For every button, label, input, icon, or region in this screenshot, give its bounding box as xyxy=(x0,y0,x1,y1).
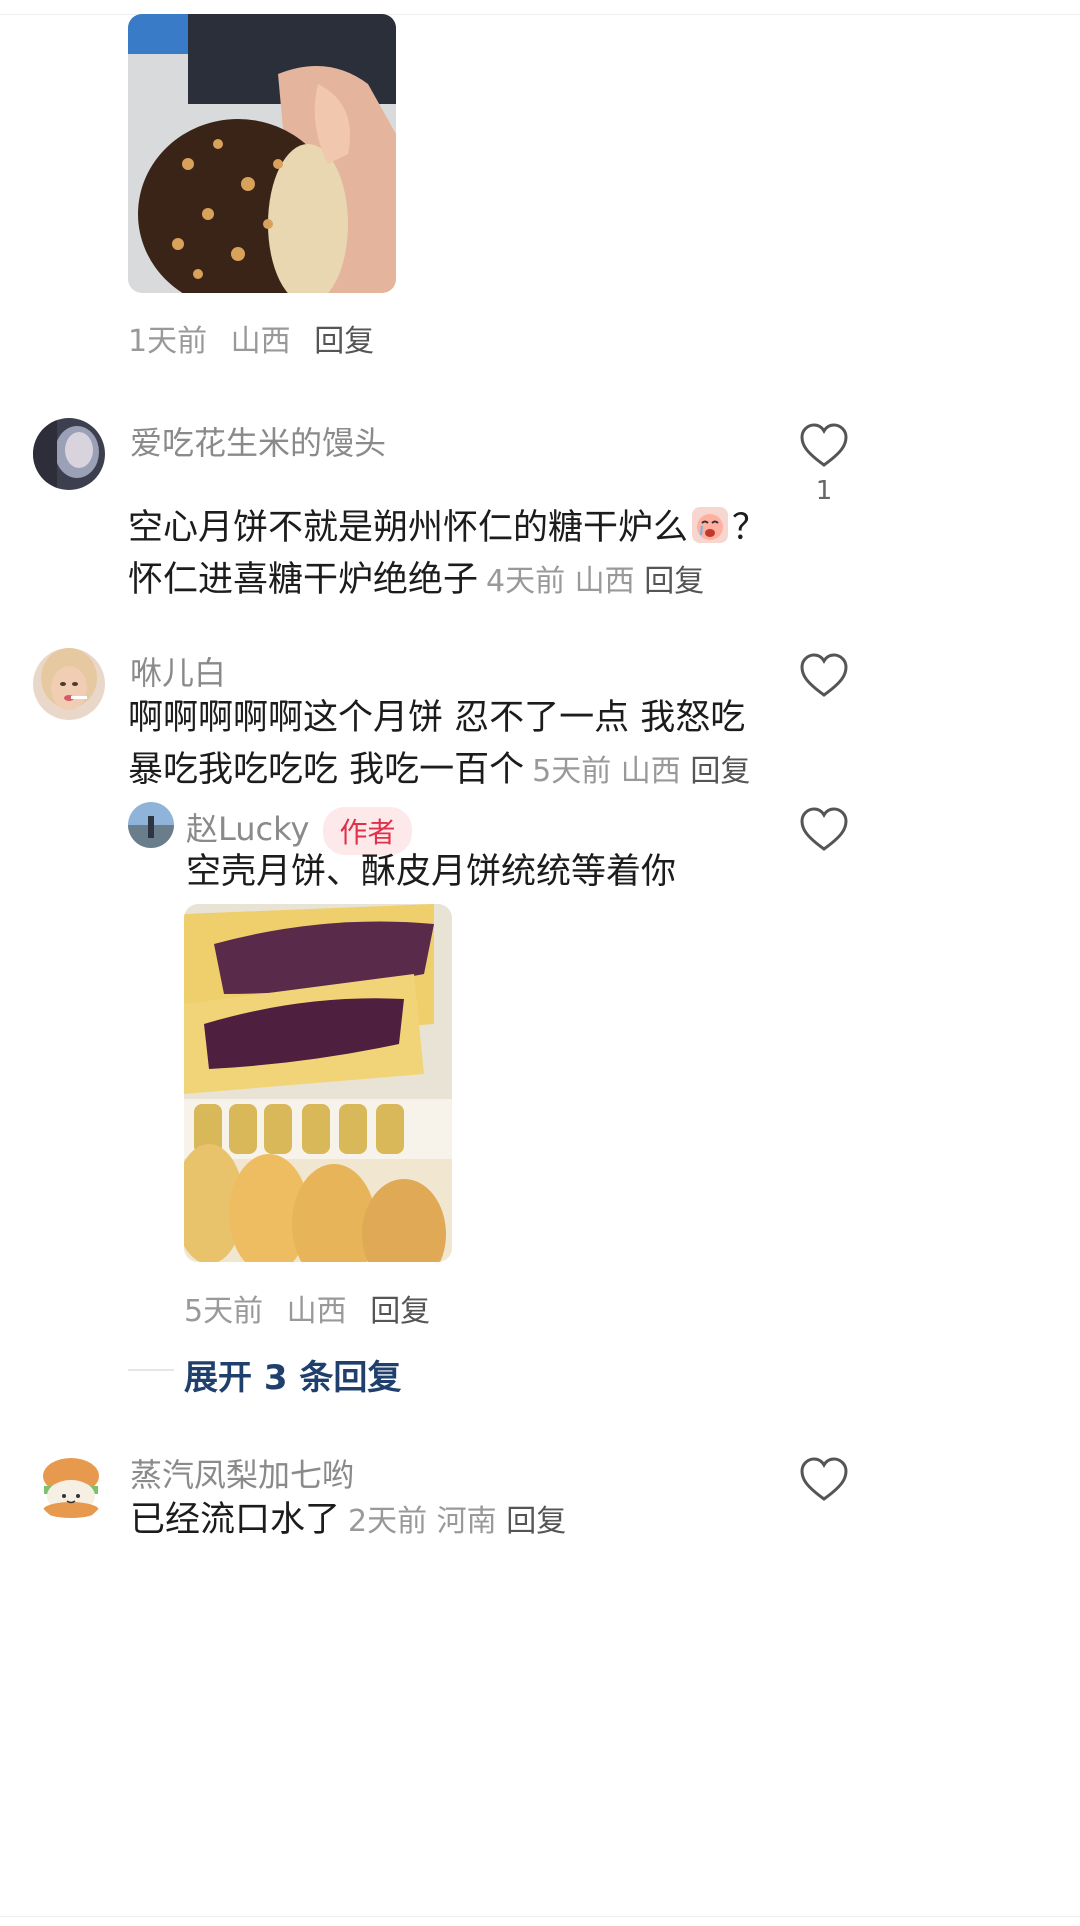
comment-text: 啊啊啊啊啊这个月饼 忍不了一点 我怒吃暴吃我吃吃吃 我吃一百个 5天前 山西 回复 xyxy=(128,692,768,798)
comment-location: 山西 xyxy=(620,754,681,789)
comment-time: 5天前 xyxy=(532,754,612,789)
heart-icon xyxy=(800,1457,848,1501)
comment-body: 已经流口水了 xyxy=(130,1500,341,1540)
comment-username[interactable]: 咻儿白 xyxy=(130,648,226,694)
comment-text-part1: 空心月饼不就是朔州怀仁的糖干炉么 xyxy=(128,508,689,548)
bottom-divider xyxy=(0,1916,1080,1917)
like-count: 1 xyxy=(815,476,833,506)
comment-location: 河南 xyxy=(436,1504,497,1539)
reply-text: 空壳月饼、酥皮月饼统统等着你 xyxy=(186,852,677,892)
expand-divider xyxy=(128,1369,174,1371)
reply-button[interactable]: 回复 xyxy=(644,564,704,599)
expand-replies-button[interactable]: 展开 3 条回复 xyxy=(184,1350,401,1399)
comment-username[interactable]: 爱吃花生米的馒头 xyxy=(130,418,386,464)
comment-meta: 2天前 河南 回复 xyxy=(348,1504,566,1539)
reply-button[interactable]: 回复 xyxy=(370,1294,430,1329)
comment-meta: 1天前 山西 回复 xyxy=(128,316,388,360)
reply-button[interactable]: 回复 xyxy=(690,754,750,789)
reply-photo-mooncakes[interactable] xyxy=(184,904,452,1262)
reply-location: 山西 xyxy=(286,1294,347,1329)
comment-time: 4天前 xyxy=(486,564,566,599)
comment-location: 山西 xyxy=(574,564,635,599)
avatar[interactable] xyxy=(33,418,105,490)
reply-button[interactable]: 回复 xyxy=(314,324,374,359)
heart-icon xyxy=(800,653,848,697)
avatar[interactable] xyxy=(36,1452,106,1522)
comment-time: 2天前 xyxy=(348,1504,428,1539)
like-button[interactable] xyxy=(796,1452,852,1508)
reply-button[interactable]: 回复 xyxy=(506,1504,566,1539)
author-avatar[interactable] xyxy=(128,802,174,848)
comment-time: 1天前 xyxy=(128,324,208,359)
like-button[interactable] xyxy=(796,418,852,474)
avatar[interactable] xyxy=(33,648,105,720)
reply-time: 5天前 xyxy=(184,1294,264,1329)
comment-meta: 4天前 山西 回复 xyxy=(486,564,704,599)
like-button[interactable] xyxy=(796,802,852,858)
reply-meta: 5天前 山西 回复 xyxy=(184,1286,444,1330)
comment-text: 已经流口水了 2天前 河南 回复 xyxy=(130,1494,770,1548)
heart-icon xyxy=(800,423,848,467)
comment-photo-nut-pastry[interactable] xyxy=(128,14,396,293)
like-button[interactable] xyxy=(796,648,852,704)
comment-location: 山西 xyxy=(230,324,291,359)
crying-face-emoji-icon xyxy=(690,505,730,545)
heart-icon xyxy=(800,807,848,851)
comment-username[interactable]: 蒸汽凤梨加七哟 xyxy=(130,1450,354,1496)
comment-text: 空心月饼不就是朔州怀仁的糖干炉么 ？怀仁进喜糖干炉绝绝子 4天前 山西 回复 xyxy=(128,502,768,608)
author-name[interactable]: 赵Lucky xyxy=(186,810,309,848)
comment-meta: 5天前 山西 回复 xyxy=(532,754,750,789)
